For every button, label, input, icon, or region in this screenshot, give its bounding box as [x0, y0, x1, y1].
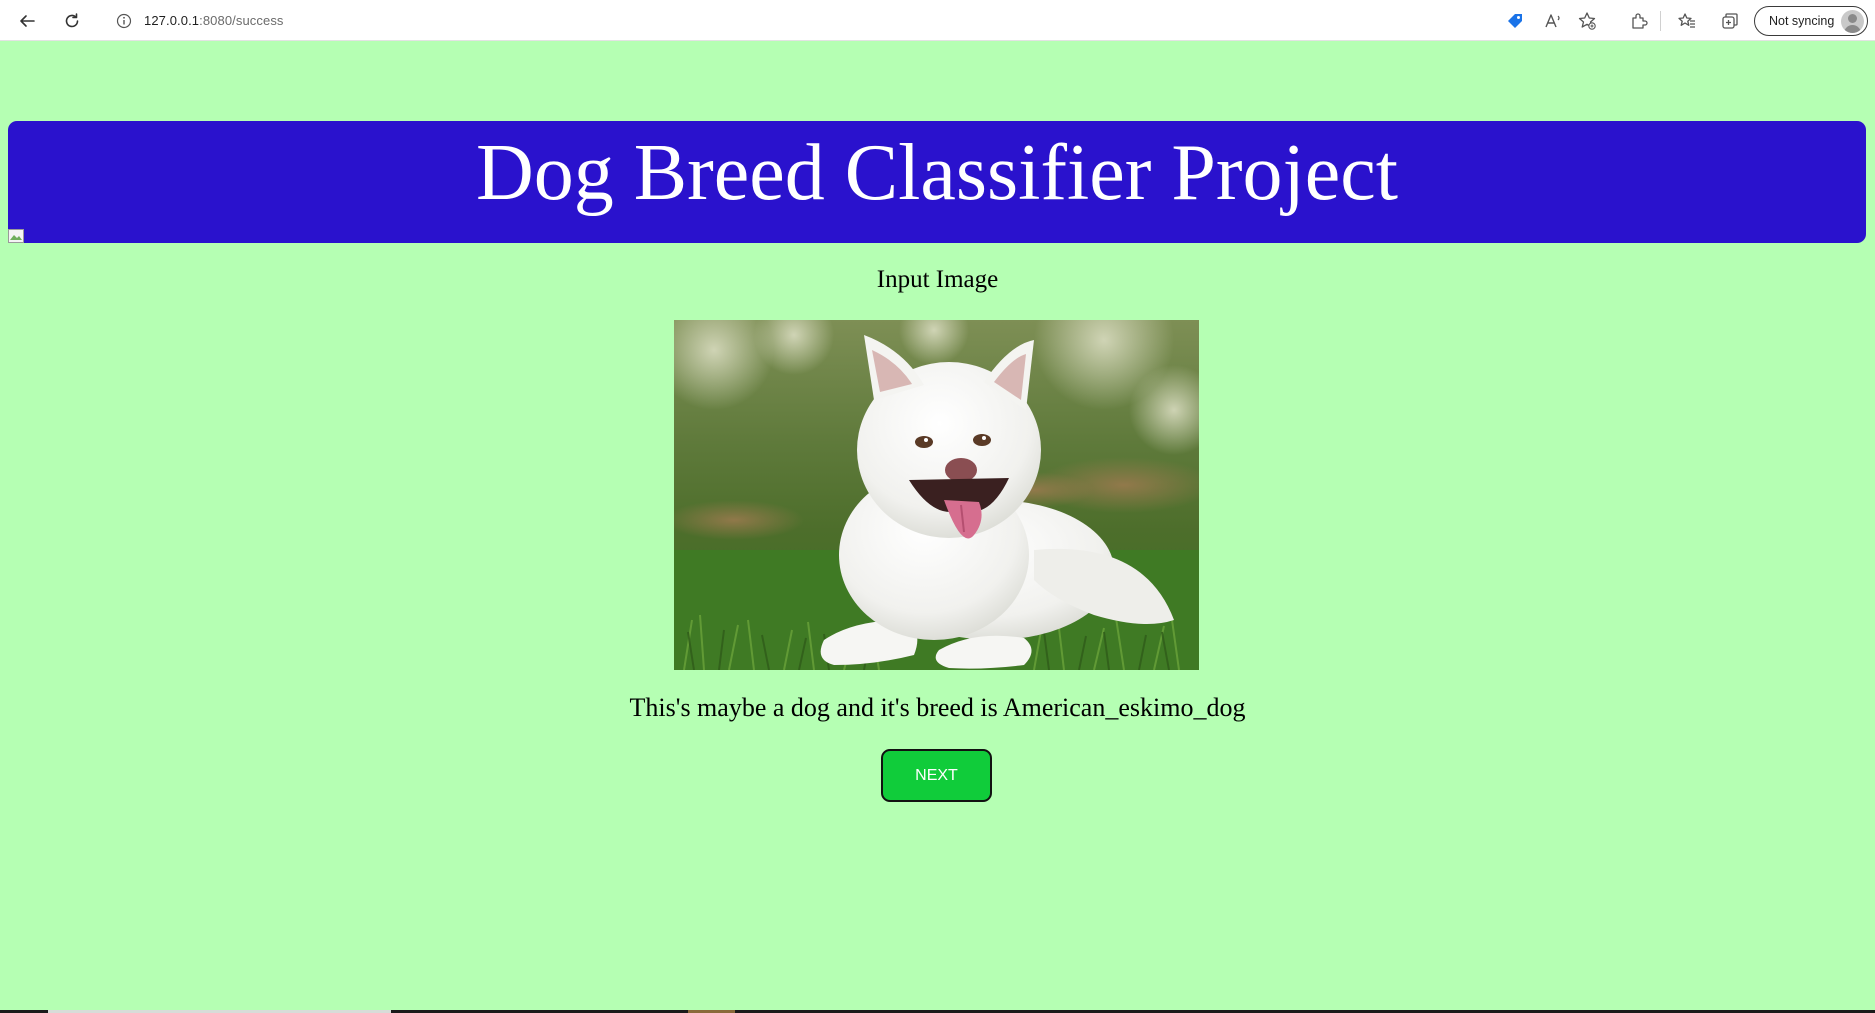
url-path: :8080/success	[199, 13, 284, 28]
refresh-button[interactable]	[58, 7, 86, 35]
input-image-label: Input Image	[876, 266, 999, 293]
dog-photo	[674, 320, 1199, 670]
read-aloud-icon[interactable]	[1541, 9, 1565, 33]
page-title: Dog Breed Classifier Project	[476, 129, 1398, 217]
back-arrow-icon	[20, 15, 35, 27]
browser-toolbar: 127.0.0.1:8080/success Not syncing	[0, 0, 1875, 41]
site-info-icon[interactable]	[116, 13, 132, 29]
add-favorite-icon[interactable]	[1575, 9, 1599, 33]
broken-image-icon	[8, 229, 24, 243]
collections-icon[interactable]	[1718, 9, 1742, 33]
shopping-tag-icon[interactable]	[1503, 9, 1527, 33]
next-button[interactable]: NEXT	[881, 749, 992, 802]
favorites-icon[interactable]	[1675, 9, 1699, 33]
refresh-icon	[65, 13, 79, 28]
address-bar[interactable]: 127.0.0.1:8080/success	[100, 5, 1605, 36]
back-button[interactable]	[13, 7, 41, 35]
header-banner: Dog Breed Classifier Project	[8, 121, 1866, 243]
toolbar-separator	[1660, 11, 1661, 31]
url-text[interactable]: 127.0.0.1:8080/success	[144, 13, 284, 28]
profile-button[interactable]: Not syncing	[1754, 6, 1868, 36]
extensions-icon[interactable]	[1627, 9, 1651, 33]
profile-status-label: Not syncing	[1769, 14, 1835, 28]
dog-photo-image	[674, 320, 1199, 670]
avatar-icon	[1841, 10, 1864, 33]
prediction-result-text: This's maybe a dog and it's breed is Ame…	[629, 693, 1246, 722]
url-host: 127.0.0.1	[144, 13, 200, 28]
